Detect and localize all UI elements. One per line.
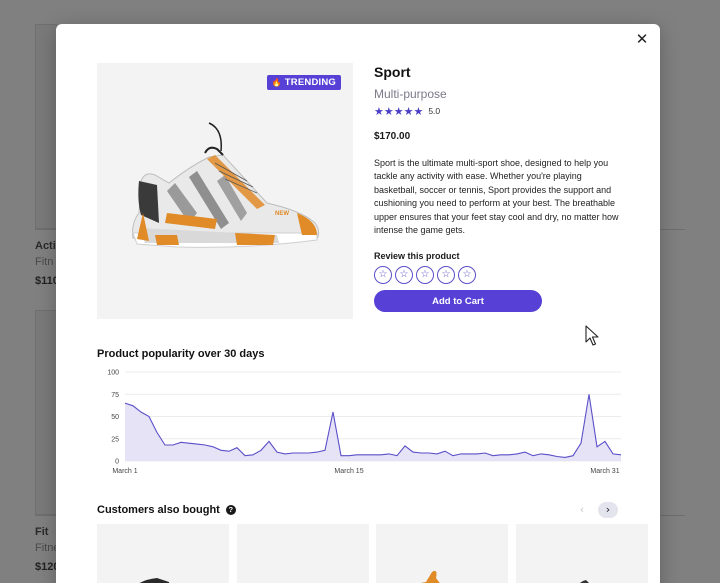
y-tick-label: 0 bbox=[115, 459, 119, 466]
help-icon[interactable]: ? bbox=[225, 505, 236, 515]
shoe-thumbnail bbox=[579, 580, 589, 583]
mouse-cursor-icon bbox=[585, 325, 599, 346]
review-star-icon[interactable]: ☆ bbox=[416, 266, 434, 285]
shoe-illustration: NEW bbox=[132, 122, 320, 248]
product-info: Sport Multi-purpose ★★★★★ 5.0 $170.00 Sp… bbox=[374, 64, 624, 313]
divider bbox=[35, 229, 57, 230]
chevron-right-icon[interactable]: › bbox=[598, 502, 618, 518]
background-card-image bbox=[35, 310, 57, 515]
add-to-cart-button[interactable]: Add to Cart bbox=[374, 290, 542, 313]
y-tick-label: 75 bbox=[111, 392, 119, 399]
close-icon[interactable]: ✕ bbox=[634, 31, 650, 47]
chart-title: Product popularity over 30 days bbox=[97, 348, 265, 360]
also-bought-title: Customers also bought bbox=[97, 504, 220, 516]
product-modal: ✕ 🔥 TRENDING NEW Sport Multi-purpose ★★★… bbox=[56, 24, 660, 583]
review-stars: ☆ ☆ ☆ ☆ ☆ bbox=[374, 266, 624, 285]
background-card-name: Fit bbox=[35, 526, 49, 538]
popularity-chart: 0 25 50 75 100 March 1 March 15 March 31 bbox=[107, 370, 622, 475]
background-card-category: Fitn bbox=[35, 256, 54, 268]
y-tick-label: 50 bbox=[111, 414, 119, 421]
series-area bbox=[125, 394, 621, 461]
x-tick-label: March 1 bbox=[112, 468, 137, 475]
rating-value: 5.0 bbox=[428, 106, 441, 116]
shoe-thumbnail bbox=[139, 578, 170, 583]
product-price: $170.00 bbox=[374, 131, 411, 142]
y-tick-label: 25 bbox=[111, 436, 119, 443]
chevron-left-icon[interactable]: ‹ bbox=[574, 502, 590, 518]
product-image: 🔥 TRENDING NEW bbox=[97, 63, 353, 319]
rating-stars: ★★★★★ bbox=[374, 104, 424, 118]
product-description: Sport is the ultimate multi-sport shoe, … bbox=[374, 158, 619, 236]
shoe-thumbnail bbox=[237, 524, 369, 583]
review-star-icon[interactable]: ☆ bbox=[374, 266, 392, 285]
also-bought-heading: Customers also bought ? bbox=[97, 504, 236, 516]
background-card-name: Acti bbox=[35, 240, 56, 252]
x-tick-label: March 31 bbox=[590, 468, 619, 475]
product-thumbnail[interactable] bbox=[516, 524, 648, 583]
rating: ★★★★★ 5.0 bbox=[374, 104, 624, 118]
product-name: Sport bbox=[374, 64, 411, 80]
trending-badge: 🔥 TRENDING bbox=[266, 75, 341, 90]
review-label: Review this product bbox=[374, 251, 460, 262]
product-thumbnail[interactable] bbox=[376, 524, 508, 583]
divider bbox=[660, 229, 685, 230]
svg-text:NEW: NEW bbox=[275, 211, 289, 217]
trending-badge-label: TRENDING bbox=[284, 77, 336, 88]
product-thumbnail[interactable] bbox=[237, 524, 369, 583]
divider bbox=[35, 515, 57, 516]
divider bbox=[660, 515, 685, 516]
review-star-icon[interactable]: ☆ bbox=[437, 266, 455, 285]
product-category: Multi-purpose bbox=[374, 87, 447, 101]
x-tick-label: March 15 bbox=[334, 468, 363, 475]
y-tick-label: 100 bbox=[107, 370, 119, 377]
review-star-icon[interactable]: ☆ bbox=[395, 266, 413, 285]
fire-icon: 🔥 bbox=[271, 78, 282, 87]
shoe-thumbnail bbox=[421, 570, 440, 583]
product-thumbnail[interactable] bbox=[97, 524, 229, 583]
review-star-icon[interactable]: ☆ bbox=[458, 266, 476, 285]
background-card-image bbox=[35, 24, 57, 229]
